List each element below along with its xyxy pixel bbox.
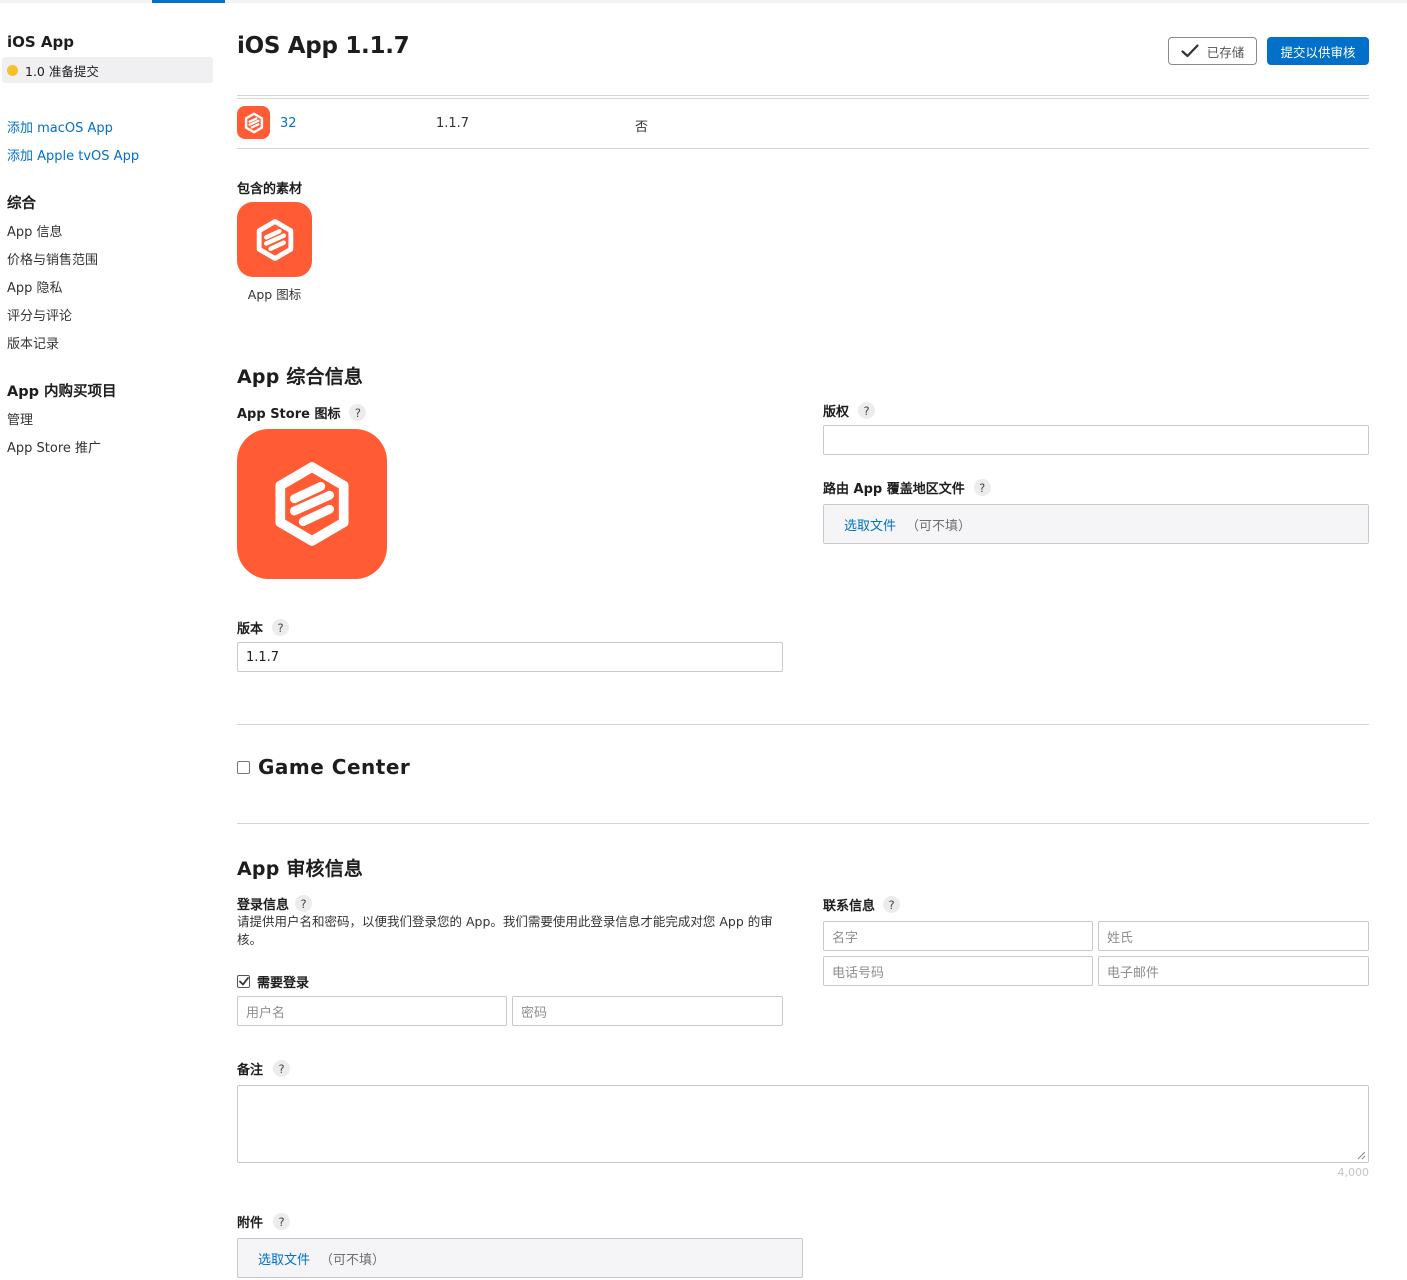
sidebar-version-label: 1.0 准备提交 [25,63,99,79]
help-icon[interactable]: ? [272,619,290,636]
store-icon-label: App Store 图标 ? [237,403,367,422]
routing-file-label: 路由 App 覆盖地区文件 ? [823,478,991,497]
routing-file-picker: 选取文件 （可不填） [823,504,1369,544]
attachment-label-text: 附件 [237,1216,264,1231]
app-store-icon[interactable] [237,429,387,579]
add-tvos-link[interactable]: 添加 Apple tvOS App [7,145,139,164]
last-name-input[interactable]: 姓氏 [1098,921,1369,951]
notes-char-counter: 4,000 [1337,1166,1370,1179]
sidebar-item-manage[interactable]: 管理 [7,409,33,428]
asset-icon-caption: App 图标 [247,287,302,302]
contact-info-label: 联系信息 ? [823,895,901,914]
app-logo-icon [275,462,349,546]
version-label: 版本 ? [237,618,290,637]
status-dot-icon [7,64,18,76]
login-info-label-text: 登录信息 [237,898,290,913]
page-title: iOS App 1.1.7 [237,33,410,59]
assets-heading: 包含的素材 [237,182,303,197]
resize-handle-icon[interactable] [1357,1151,1366,1160]
sidebar-item-version[interactable]: 1.0 准备提交 [2,57,213,83]
add-macos-link[interactable]: 添加 macOS App [7,117,113,136]
build-number-link[interactable]: 32 [280,116,297,131]
game-center-row: Game Center [237,755,410,779]
help-icon[interactable]: ? [883,896,901,913]
attachment-optional-hint: （可不填） [320,1252,386,1268]
notes-label: 备注 ? [237,1059,291,1078]
game-center-checkbox[interactable] [237,760,250,774]
sidebar-item-version-history[interactable]: 版本记录 [7,333,59,352]
routing-optional-hint: （可不填） [906,518,972,534]
contact-info-label-text: 联系信息 [823,899,876,914]
build-table-top-border [237,95,1369,99]
first-name-input[interactable]: 名字 [823,921,1093,951]
game-center-label: Game Center [258,755,411,779]
version-label-text: 版本 [237,622,264,637]
build-flag: 否 [635,120,649,135]
sidebar-heading-iap: App 内购买项目 [7,384,117,400]
notes-label-text: 备注 [237,1063,264,1078]
checkmark-icon [238,977,249,986]
build-version: 1.1.7 [436,116,470,131]
checkmark-icon [1181,44,1199,58]
review-info-title: App 审核信息 [237,858,364,880]
saved-button[interactable]: 已存储 [1168,37,1257,65]
require-login-checkbox[interactable] [237,975,250,988]
saved-button-label: 已存储 [1206,44,1245,60]
sidebar-app-title: iOS App [7,33,75,51]
attachment-choose-file-link[interactable]: 选取文件 [258,1249,310,1268]
last-name-placeholder: 姓氏 [1107,930,1134,946]
app-logo-icon [256,218,293,261]
notes-textarea[interactable] [237,1085,1369,1163]
help-icon[interactable]: ? [273,1213,291,1230]
sidebar-item-ratings[interactable]: 评分与评论 [7,305,72,324]
email-placeholder: 电子邮件 [1107,965,1160,981]
main-content: iOS App 1.1.7 已存储 提交以供审核 32 1.1.7 否 包含的素… [237,0,1369,1280]
login-info-label: 登录信息 ? [237,894,313,913]
username-placeholder: 用户名 [246,1005,286,1021]
help-icon[interactable]: ? [295,895,313,912]
attachment-label: 附件 ? [237,1212,291,1231]
username-input[interactable]: 用户名 [237,996,507,1026]
routing-choose-file-link[interactable]: 选取文件 [844,515,896,534]
asset-app-icon[interactable] [237,202,312,277]
app-logo-icon [244,112,263,133]
password-placeholder: 密码 [521,1005,548,1021]
first-name-placeholder: 名字 [832,930,859,946]
active-tab-indicator [152,0,225,3]
divider [237,724,1369,725]
build-row: 32 1.1.7 否 [237,106,1369,140]
require-login-row: 需要登录 [237,972,309,991]
password-input[interactable]: 密码 [512,996,783,1026]
build-table-bottom-border [237,148,1369,149]
general-info-title: App 综合信息 [237,366,364,388]
login-info-description: 请提供用户名和密码，以便我们登录您的 App。我们需要使用此登录信息才能完成对您… [237,914,773,947]
help-icon[interactable]: ? [858,402,876,419]
attachment-file-picker: 选取文件 （可不填） [237,1238,803,1278]
email-input[interactable]: 电子邮件 [1098,956,1369,986]
copyright-label-text: 版权 [823,405,850,420]
sidebar-item-privacy[interactable]: App 隐私 [7,277,63,296]
sidebar-item-app-info[interactable]: App 信息 [7,221,63,240]
copyright-input[interactable] [823,425,1369,455]
require-login-label: 需要登录 [257,976,310,991]
copyright-label: 版权 ? [823,401,876,420]
submit-for-review-button[interactable]: 提交以供审核 [1267,37,1369,65]
sidebar-heading-general: 综合 [7,196,36,212]
help-icon[interactable]: ? [973,479,991,496]
store-icon-label-text: App Store 图标 [237,407,341,422]
sidebar-item-pricing[interactable]: 价格与销售范围 [7,249,98,268]
version-input[interactable]: 1.1.7 [237,642,783,672]
sidebar-item-promotion[interactable]: App Store 推广 [7,437,101,456]
divider [237,823,1369,824]
build-app-icon [237,106,270,139]
phone-placeholder: 电话号码 [832,965,885,981]
routing-file-label-text: 路由 App 覆盖地区文件 [823,482,965,497]
help-icon[interactable]: ? [349,404,367,421]
phone-input[interactable]: 电话号码 [823,956,1093,986]
help-icon[interactable]: ? [273,1060,291,1077]
